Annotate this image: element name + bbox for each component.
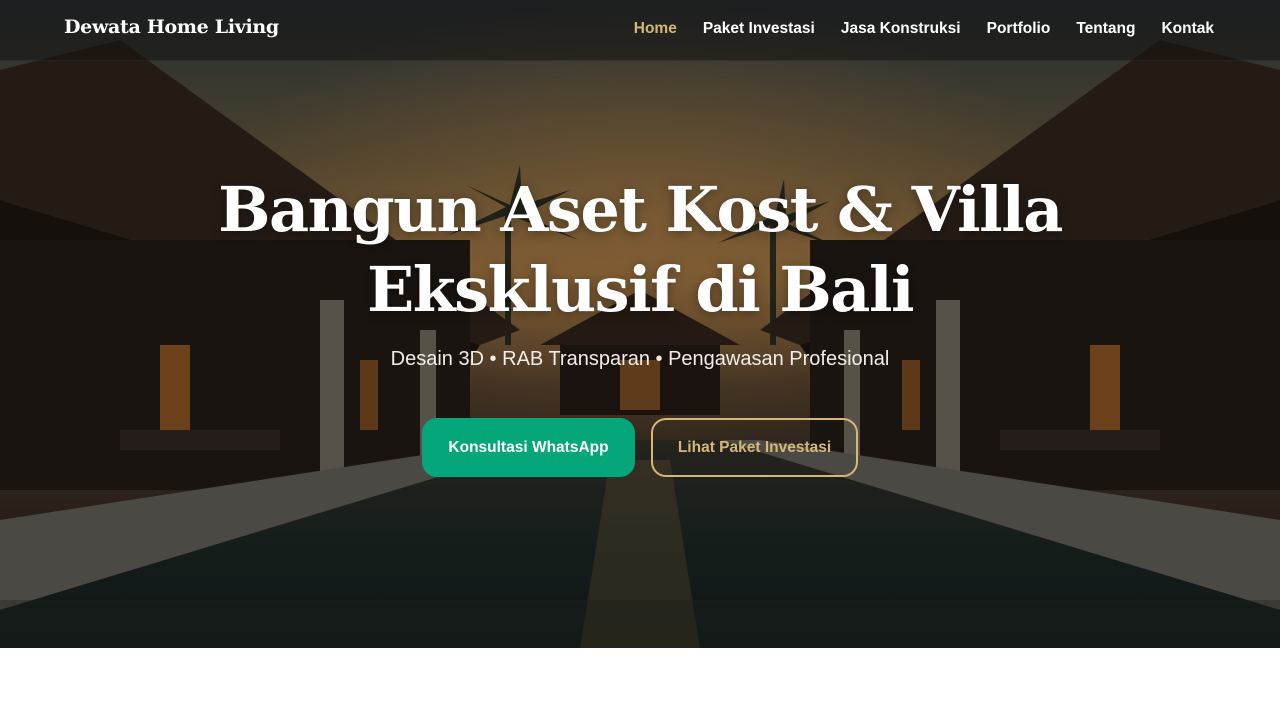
hero-cta-group: Konsultasi WhatsApp Lihat Paket Investas… xyxy=(60,418,1220,477)
view-investment-packages-button[interactable]: Lihat Paket Investasi xyxy=(651,418,858,477)
nav-link-portfolio[interactable]: Portfolio xyxy=(987,20,1051,38)
hero-content: Bangun Aset Kost & Villa Eksklusif di Ba… xyxy=(60,170,1220,477)
nav-link-tentang[interactable]: Tentang xyxy=(1076,20,1135,38)
below-hero-section xyxy=(0,648,1280,720)
hero-subtitle: Desain 3D • RAB Transparan • Pengawasan … xyxy=(390,348,890,370)
hero-section: Dewata Home Living Home Paket Investasi … xyxy=(0,0,1280,648)
landing-page: Dewata Home Living Home Paket Investasi … xyxy=(0,0,1280,720)
brand-logo[interactable]: Dewata Home Living xyxy=(64,16,279,38)
nav-link-home[interactable]: Home xyxy=(634,20,677,38)
nav-link-jasa-konstruksi[interactable]: Jasa Konstruksi xyxy=(841,20,961,38)
top-navbar: Dewata Home Living Home Paket Investasi … xyxy=(0,0,1280,61)
nav-link-paket-investasi[interactable]: Paket Investasi xyxy=(703,20,815,38)
whatsapp-consult-button[interactable]: Konsultasi WhatsApp xyxy=(422,418,635,477)
nav-link-kontak[interactable]: Kontak xyxy=(1161,20,1214,38)
nav-links: Home Paket Investasi Jasa Konstruksi Por… xyxy=(634,20,1214,38)
hero-title: Bangun Aset Kost & Villa Eksklusif di Ba… xyxy=(218,173,1063,326)
